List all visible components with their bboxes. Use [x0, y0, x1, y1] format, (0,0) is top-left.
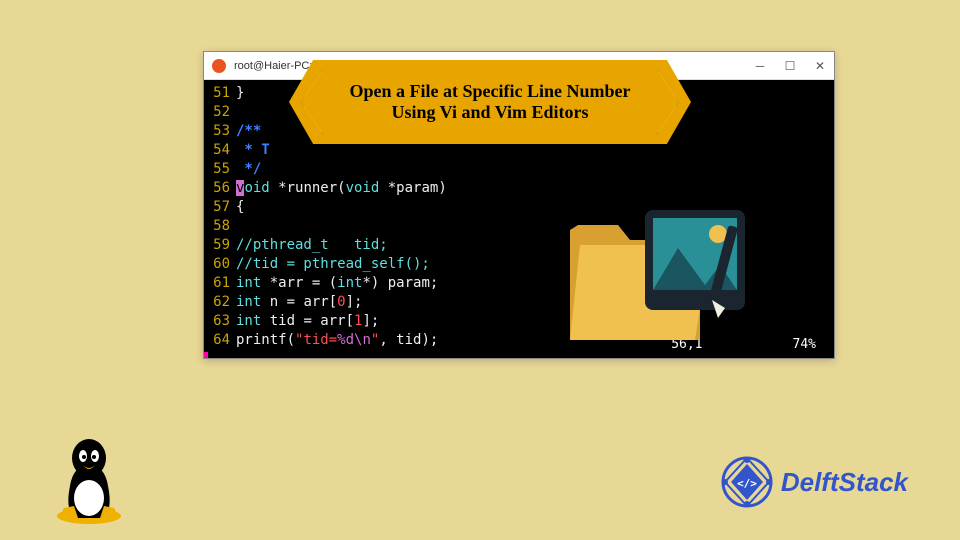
line-number: 56 [204, 179, 236, 198]
line-number: 58 [204, 217, 236, 236]
line-number: 52 [204, 103, 236, 122]
line-content: /** [236, 122, 261, 141]
scroll-percent: 74% [793, 335, 816, 354]
line-number: 60 [204, 255, 236, 274]
maximize-button[interactable]: ☐ [784, 60, 796, 72]
line-number: 62 [204, 293, 236, 312]
delftstack-text: DelftStack [781, 467, 908, 498]
window-controls: ─ ☐ ✕ [754, 60, 826, 72]
line-number: 53 [204, 122, 236, 141]
line-content: */ [236, 160, 261, 179]
close-button[interactable]: ✕ [814, 60, 826, 72]
line-number: 64 [204, 331, 236, 350]
line-number: 51 [204, 84, 236, 103]
line-content: void *runner(void *param) [236, 179, 447, 198]
delftstack-logo: </> DelftStack [719, 454, 908, 510]
line-number: 57 [204, 198, 236, 217]
line-content: { [236, 198, 244, 217]
line-number: 54 [204, 141, 236, 160]
ubuntu-icon [212, 59, 226, 73]
indicator-bar [204, 352, 208, 358]
folder-image-graphic [560, 190, 750, 350]
line-number: 61 [204, 274, 236, 293]
line-content: * T [236, 141, 270, 160]
line-content: //pthread_t tid; [236, 236, 388, 255]
line-number: 55 [204, 160, 236, 179]
minimize-button[interactable]: ─ [754, 60, 766, 72]
line-content: int *arr = (int*) param; [236, 274, 438, 293]
line-content: printf("tid=%d\n", tid); [236, 331, 438, 350]
line-content: int n = arr[0]; [236, 293, 362, 312]
line-content: } [236, 84, 244, 103]
title-banner: Open a File at Specific Line Number Usin… [301, 69, 679, 135]
line-number: 63 [204, 312, 236, 331]
line-content: int tid = arr[1]; [236, 312, 379, 331]
svg-text:</>: </> [737, 477, 757, 490]
code-line: 55 */ [204, 160, 826, 179]
banner-line1: Open a File at Specific Line Number [350, 81, 631, 102]
banner-line2: Using Vi and Vim Editors [391, 102, 588, 123]
delftstack-icon: </> [719, 454, 775, 510]
line-number: 59 [204, 236, 236, 255]
linux-tux-icon [50, 436, 128, 526]
line-content: //tid = pthread_self(); [236, 255, 430, 274]
